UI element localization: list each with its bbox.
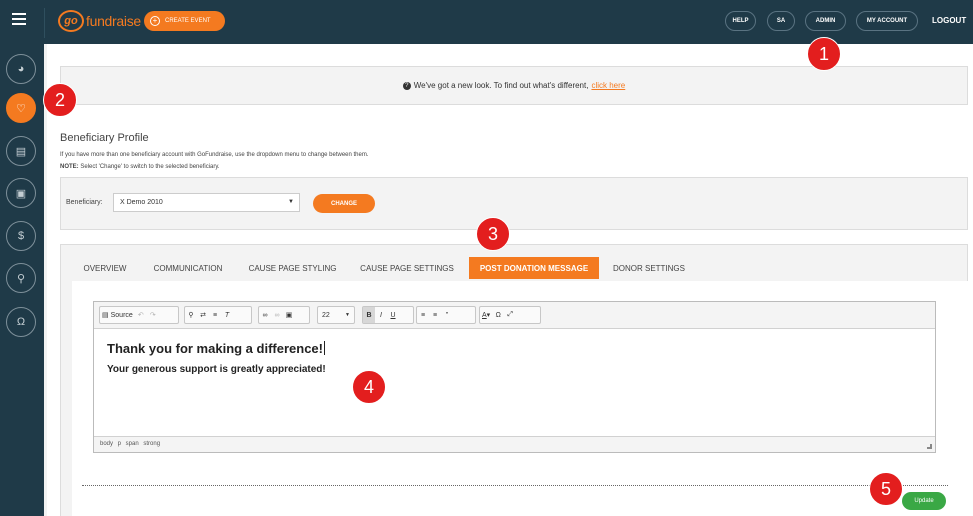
- ribbon-icon[interactable]: ⚲: [6, 263, 36, 293]
- tab-cause-page-settings[interactable]: CAUSE PAGE SETTINGS: [352, 257, 462, 279]
- marker-4: 4: [352, 370, 386, 404]
- beneficiary-value: X Demo 2010: [120, 199, 163, 206]
- unlink-icon[interactable]: ∞: [271, 307, 283, 323]
- change-button[interactable]: CHANGE: [313, 194, 375, 213]
- note-label: NOTE:: [60, 164, 79, 170]
- underline-icon[interactable]: U: [387, 307, 399, 323]
- caret-down-icon: ▼: [345, 312, 350, 318]
- my-account-button[interactable]: MY ACCOUNT: [856, 11, 918, 31]
- replace-icon[interactable]: ⇄: [197, 307, 209, 323]
- note-text: Select 'Change' to switch to the selecte…: [80, 164, 220, 170]
- special-char-icon[interactable]: Ω: [492, 307, 504, 323]
- heart-icon[interactable]: ♡: [6, 93, 36, 123]
- maximize-icon[interactable]: ⤢: [504, 307, 516, 323]
- bulleted-list-icon[interactable]: ≡: [429, 307, 441, 323]
- marker-1: 1: [807, 37, 841, 71]
- toolbar-group-links: ∞ ∞ ▣: [258, 306, 310, 324]
- divider: [44, 8, 45, 38]
- message-heading-text: Thank you for making a difference!: [107, 341, 323, 356]
- toolbar-group-lists: ≡ ≡ ”: [416, 306, 476, 324]
- bold-icon[interactable]: B: [363, 307, 375, 323]
- element-path: body p span strong: [94, 436, 935, 452]
- logo-text: fundraise: [86, 13, 141, 29]
- headset-icon[interactable]: Ω: [6, 307, 36, 337]
- link-icon[interactable]: ∞: [259, 307, 271, 323]
- profile-description: If you have more than one beneficiary ac…: [60, 152, 369, 158]
- logo[interactable]: go fundraise: [58, 10, 141, 32]
- sa-button[interactable]: SA: [767, 11, 795, 31]
- create-event-button[interactable]: + CREATE EVENT: [144, 11, 225, 31]
- editor-content[interactable]: Thank you for making a difference! Your …: [94, 329, 935, 436]
- create-event-label: CREATE EVENT: [165, 18, 211, 24]
- resize-handle[interactable]: [927, 444, 932, 449]
- toolbar-group-find: ⚲ ⇄ ≡ T: [184, 306, 252, 324]
- toolbar-group-basic: B I U: [362, 306, 414, 324]
- help-button[interactable]: HELP: [725, 11, 756, 31]
- tab-donor-settings[interactable]: DONOR SETTINGS: [605, 257, 693, 279]
- marker-5: 5: [869, 472, 903, 506]
- document-icon[interactable]: ▤: [6, 136, 36, 166]
- dollar-icon[interactable]: $: [6, 221, 36, 251]
- plus-icon: +: [150, 16, 160, 26]
- menu-icon[interactable]: [12, 13, 26, 27]
- gift-icon[interactable]: ▣: [6, 178, 36, 208]
- marker-2: 2: [43, 83, 77, 117]
- logo-mark: go: [58, 10, 84, 32]
- rich-text-editor: ▤ Source ↶ ↷ ⚲ ⇄ ≡ T ∞ ∞ ▣ 22 ▼ B I U ≡: [93, 301, 936, 453]
- remove-format-icon[interactable]: T: [221, 307, 233, 323]
- font-size-select[interactable]: 22 ▼: [317, 306, 355, 324]
- notice-text: We've got a new look. To find out what's…: [413, 81, 589, 90]
- tab-cause-page-styling[interactable]: CAUSE PAGE STYLING: [240, 257, 345, 279]
- editor-toolbar: ▤ Source ↶ ↷ ⚲ ⇄ ≡ T ∞ ∞ ▣ 22 ▼ B I U ≡: [94, 302, 935, 329]
- message-paragraph: Your generous support is greatly appreci…: [107, 364, 326, 375]
- update-button[interactable]: Update: [902, 492, 946, 510]
- italic-icon[interactable]: I: [375, 307, 387, 323]
- info-icon: ?: [402, 81, 411, 90]
- profile-note: NOTE: Select 'Change' to switch to the s…: [60, 164, 220, 170]
- source-label: Source: [110, 311, 133, 319]
- message-heading: Thank you for making a difference!: [107, 341, 325, 356]
- text-cursor: [324, 341, 325, 355]
- tab-overview[interactable]: OVERVIEW: [75, 257, 135, 279]
- new-look-notice: ? We've got a new look. To find out what…: [60, 66, 968, 105]
- font-size-value: 22: [322, 311, 330, 319]
- logout-link[interactable]: LOGOUT: [932, 16, 966, 25]
- tab-post-donation-message[interactable]: POST DONATION MESSAGE: [469, 257, 599, 279]
- beneficiary-label: Beneficiary:: [66, 199, 103, 206]
- image-icon[interactable]: ▣: [283, 307, 295, 323]
- beneficiary-select[interactable]: X Demo 2010 ▼: [113, 193, 300, 212]
- undo-icon[interactable]: ↶: [135, 307, 147, 323]
- dashboard-icon[interactable]: ◕: [6, 54, 36, 84]
- tab-communication[interactable]: COMMUNICATION: [143, 257, 233, 279]
- blockquote-icon[interactable]: ”: [441, 307, 453, 323]
- caret-down-icon: ▼: [288, 199, 294, 205]
- toolbar-group-source: ▤ Source ↶ ↷: [99, 306, 179, 324]
- source-button[interactable]: ▤ Source: [100, 307, 135, 323]
- source-icon: ▤: [102, 312, 109, 319]
- admin-button[interactable]: ADMIN: [805, 11, 846, 31]
- divider: [82, 485, 948, 486]
- find-icon[interactable]: ⚲: [185, 307, 197, 323]
- redo-icon[interactable]: ↷: [147, 307, 159, 323]
- marker-3: 3: [476, 217, 510, 251]
- click-here-link[interactable]: click here: [591, 81, 625, 90]
- page-title: Beneficiary Profile: [60, 132, 149, 144]
- text-color-icon[interactable]: A ▾: [480, 307, 492, 323]
- sidebar: ◕ ♡ ▤ ▣ $ ⚲ Ω: [0, 44, 44, 516]
- toolbar-group-misc: A ▾ Ω ⤢: [479, 306, 541, 324]
- select-all-icon[interactable]: ≡: [209, 307, 221, 323]
- numbered-list-icon[interactable]: ≡: [417, 307, 429, 323]
